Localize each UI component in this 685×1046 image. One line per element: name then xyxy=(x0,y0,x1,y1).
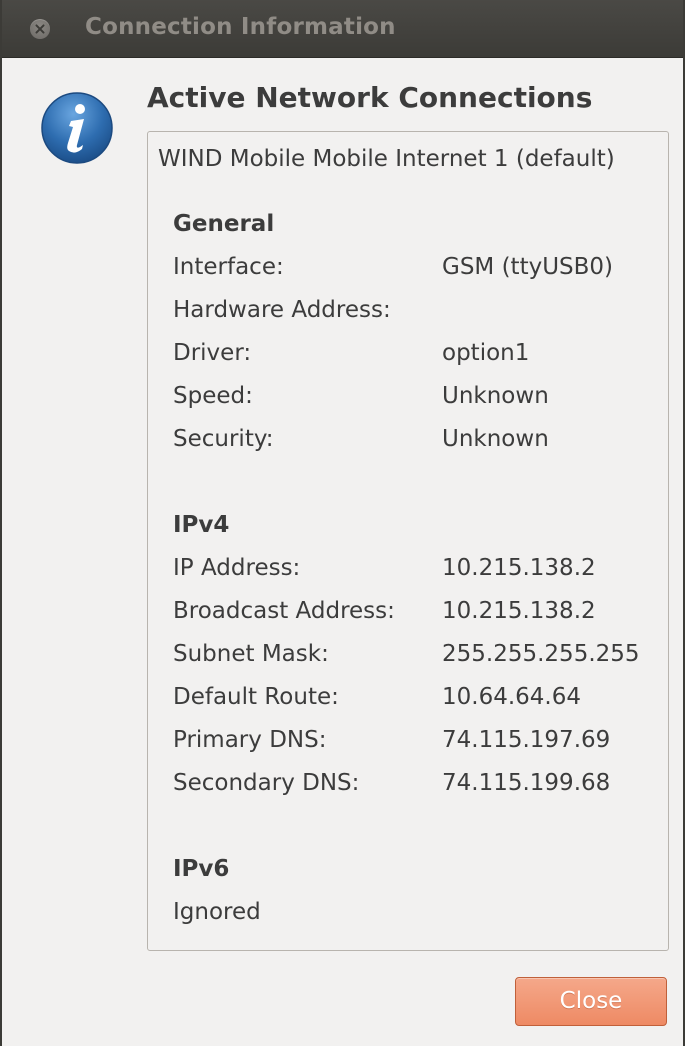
section-title-ipv4: IPv4 xyxy=(173,512,230,538)
dialog-window: Connection Information Active Network Co… xyxy=(0,0,685,1046)
tab-connection[interactable]: WIND Mobile Mobile Internet 1 (default) xyxy=(158,146,615,172)
ipv6-status: Ignored xyxy=(173,899,261,925)
hardware-address-label: Hardware Address: xyxy=(173,297,391,323)
default-route-label: Default Route: xyxy=(173,684,339,710)
broadcast-address-label: Broadcast Address: xyxy=(173,598,395,624)
interface-label: Interface: xyxy=(173,254,284,280)
dialog-heading: Active Network Connections xyxy=(147,81,593,114)
secondary-dns-value: 74.115.199.68 xyxy=(442,770,611,796)
speed-label: Speed: xyxy=(173,383,253,409)
close-button[interactable]: Close xyxy=(515,977,667,1026)
interface-value: GSM (ttyUSB0) xyxy=(442,254,614,280)
subnet-mask-value: 255.255.255.255 xyxy=(442,641,640,667)
info-icon xyxy=(41,92,113,164)
driver-label: Driver: xyxy=(173,340,252,366)
window-title: Connection Information xyxy=(85,14,396,40)
primary-dns-label: Primary DNS: xyxy=(173,727,327,753)
broadcast-address-value: 10.215.138.2 xyxy=(442,598,596,624)
connection-details-panel: WIND Mobile Mobile Internet 1 (default) … xyxy=(147,131,669,951)
primary-dns-value: 74.115.197.69 xyxy=(442,727,611,753)
ip-address-value: 10.215.138.2 xyxy=(442,555,596,581)
section-title-general: General xyxy=(173,211,275,237)
security-label: Security: xyxy=(173,426,274,452)
window-close-icon[interactable] xyxy=(30,19,50,39)
default-route-value: 10.64.64.64 xyxy=(442,684,581,710)
secondary-dns-label: Secondary DNS: xyxy=(173,770,360,796)
driver-value: option1 xyxy=(442,340,530,366)
ip-address-label: IP Address: xyxy=(173,555,301,581)
title-bar[interactable]: Connection Information xyxy=(2,0,683,58)
security-value: Unknown xyxy=(442,426,549,452)
section-title-ipv6: IPv6 xyxy=(173,856,230,882)
speed-value: Unknown xyxy=(442,383,549,409)
subnet-mask-label: Subnet Mask: xyxy=(173,641,329,667)
